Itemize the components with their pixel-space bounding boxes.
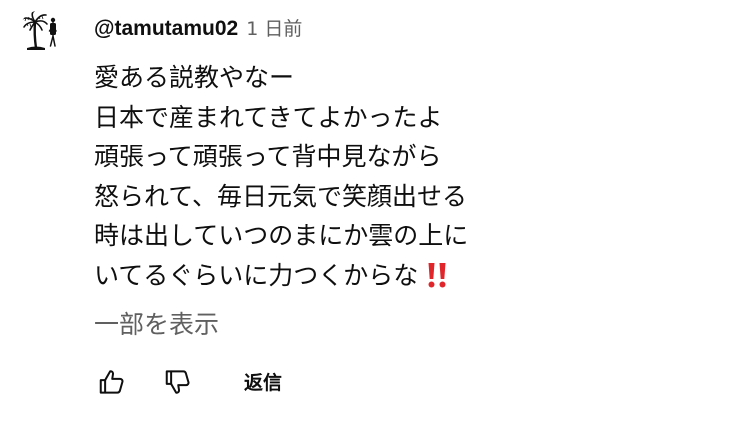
thumbs-down-icon bbox=[165, 370, 190, 394]
comment-line: 時は出していつのまにか雲の上に bbox=[94, 221, 469, 250]
dislike-button[interactable] bbox=[158, 362, 198, 402]
comment-header: @tamutamu02 1 日前 bbox=[94, 14, 302, 42]
like-button[interactable] bbox=[92, 362, 132, 402]
comment-actions: 返信 bbox=[92, 362, 352, 402]
comment-line: 怒られて、毎日元気で笑顔出せる bbox=[94, 181, 468, 211]
avatar[interactable] bbox=[18, 10, 66, 58]
author-name[interactable]: @tamutamu02 bbox=[94, 17, 238, 41]
palm-tree-icon bbox=[21, 10, 57, 50]
reply-button[interactable]: 返信 bbox=[244, 368, 282, 395]
comment-line: 愛ある説教やなー bbox=[94, 63, 295, 92]
comment-timestamp[interactable]: 1 日前 bbox=[246, 14, 302, 41]
double-exclamation-icon bbox=[426, 261, 448, 289]
thumbs-up-icon bbox=[99, 370, 124, 394]
comment-line: 頑張って頑張って背中見ながら bbox=[94, 142, 442, 171]
comment-text: 愛ある説教やなー 日本で産まれてきてよかったよ 頑張って頑張って背中見ながら 怒… bbox=[94, 58, 694, 295]
comment-line: 日本で産まれてきてよかったよ bbox=[94, 102, 443, 132]
comment-line: いてるぐらいに力つくからな bbox=[94, 256, 694, 296]
show-less-button[interactable]: 一部を表示 bbox=[94, 305, 219, 341]
